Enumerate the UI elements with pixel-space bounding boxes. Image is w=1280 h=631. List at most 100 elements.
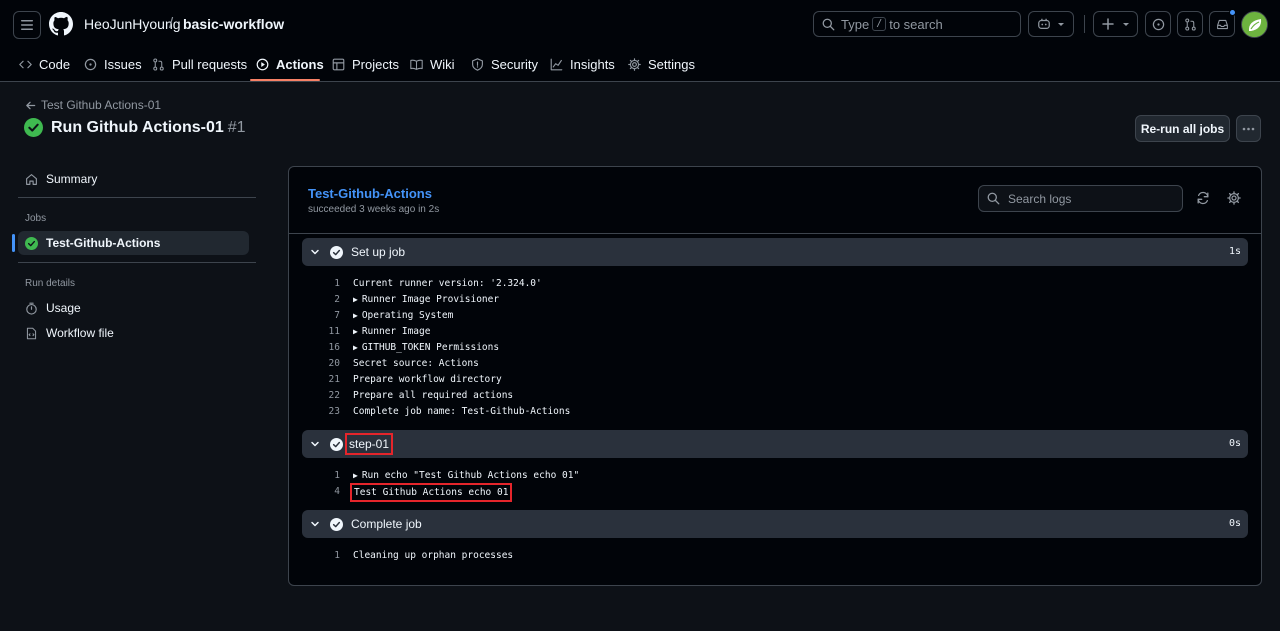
refresh-button[interactable] bbox=[1196, 191, 1210, 205]
page-title: Run Github Actions-01 bbox=[51, 118, 224, 136]
hamburger-icon bbox=[21, 20, 33, 30]
sidebar-divider bbox=[18, 197, 256, 198]
active-tab-indicator bbox=[250, 79, 320, 81]
tab-security[interactable]: Security bbox=[471, 48, 538, 81]
search-icon bbox=[822, 18, 835, 30]
chevron-down-icon bbox=[311, 249, 319, 255]
breadcrumb-repo[interactable]: basic-workflow bbox=[183, 16, 284, 32]
check-circle-fill-icon bbox=[330, 437, 343, 451]
step-name: Complete job bbox=[351, 517, 422, 531]
search-shortcut-key: / bbox=[872, 17, 887, 31]
issues-header-button[interactable] bbox=[1145, 11, 1171, 37]
tab-code[interactable]: Code bbox=[19, 48, 70, 81]
table-icon bbox=[332, 58, 345, 71]
step-name: step-01 bbox=[345, 433, 394, 455]
sidebar-usage-label: Usage bbox=[46, 301, 81, 315]
tab-actions[interactable]: Actions bbox=[256, 48, 324, 81]
breadcrumb-separator: / bbox=[169, 15, 174, 32]
breadcrumb-owner[interactable]: HeoJunHyoung bbox=[84, 16, 181, 32]
tab-insights[interactable]: Insights bbox=[550, 48, 615, 81]
tab-settings-label: Settings bbox=[648, 57, 695, 72]
sync-icon bbox=[1197, 191, 1209, 205]
run-number: #1 bbox=[227, 118, 246, 136]
tab-insights-label: Insights bbox=[570, 57, 615, 72]
triangle-right-icon: ▶ bbox=[353, 327, 358, 336]
play-icon bbox=[256, 58, 269, 71]
tab-code-label: Code bbox=[39, 57, 71, 72]
chevron-down-icon bbox=[1122, 23, 1129, 26]
menu-button[interactable] bbox=[13, 11, 41, 39]
sidebar-jobs-heading: Jobs bbox=[25, 213, 47, 224]
check-circle-fill-icon bbox=[24, 118, 43, 137]
pull-requests-header-button[interactable] bbox=[1177, 11, 1203, 37]
issue-icon bbox=[84, 58, 97, 71]
triangle-right-icon: ▶ bbox=[353, 343, 358, 352]
sidebar-workflow-file-label: Workflow file bbox=[46, 326, 114, 340]
step-header[interactable]: step-01 0s bbox=[302, 430, 1248, 458]
check-circle-fill-icon bbox=[330, 245, 343, 259]
graph-icon bbox=[550, 58, 563, 71]
file-code-icon bbox=[26, 327, 37, 339]
search-logs-input[interactable]: Search logs bbox=[978, 185, 1183, 212]
step-duration: 1s bbox=[1228, 246, 1241, 257]
back-to-workflow-link[interactable]: Test Github Actions-01 bbox=[25, 98, 161, 112]
tab-wiki[interactable]: Wiki bbox=[410, 48, 455, 81]
rerun-all-jobs-button[interactable]: Re-run all jobs bbox=[1135, 115, 1230, 142]
log-settings-button[interactable] bbox=[1227, 191, 1241, 205]
tab-settings[interactable]: Settings bbox=[628, 48, 695, 81]
tab-pull-requests[interactable]: Pull requests bbox=[152, 48, 247, 81]
tab-security-label: Security bbox=[491, 57, 538, 72]
chevron-down-icon bbox=[1058, 23, 1064, 26]
job-title-link[interactable]: Test-Github-Actions bbox=[308, 186, 432, 201]
arrow-left-icon bbox=[26, 101, 36, 109]
check-circle-fill-icon bbox=[330, 517, 343, 531]
top-bar: HeoJunHyoung / basic-workflow Type / to … bbox=[0, 0, 1280, 48]
gear-icon bbox=[1227, 191, 1241, 205]
sidebar-active-indicator bbox=[12, 234, 15, 252]
global-search-input[interactable]: Type / to search bbox=[813, 11, 1021, 37]
github-logo-icon[interactable] bbox=[49, 12, 73, 36]
avatar-leaf-icon bbox=[1242, 12, 1267, 37]
pull-request-icon bbox=[1184, 17, 1196, 31]
more-options-button[interactable] bbox=[1236, 115, 1261, 142]
tab-projects[interactable]: Projects bbox=[332, 48, 399, 81]
kebab-horizontal-icon bbox=[1242, 127, 1255, 130]
issue-opened-icon bbox=[1152, 18, 1164, 30]
step-duration: 0s bbox=[1228, 518, 1241, 529]
job-status-meta: succeeded 3 weeks ago in 2s bbox=[308, 204, 440, 215]
copilot-icon bbox=[1038, 18, 1050, 29]
repo-nav: Code Issues Pull requests Actions Projec… bbox=[0, 48, 1280, 82]
search-logs-placeholder: Search logs bbox=[1008, 191, 1072, 206]
run-title-row: Run Github Actions-01 #1 bbox=[24, 118, 246, 137]
step-duration: 0s bbox=[1228, 438, 1241, 449]
home-icon bbox=[26, 173, 37, 185]
sidebar-item-summary[interactable]: Summary bbox=[18, 167, 249, 191]
sidebar-run-details-heading: Run details bbox=[25, 278, 76, 289]
global-header: HeoJunHyoung / basic-workflow Type / to … bbox=[0, 0, 1280, 82]
chevron-down-icon bbox=[311, 441, 319, 447]
tab-wiki-label: Wiki bbox=[430, 57, 455, 72]
search-suffix: to search bbox=[889, 16, 943, 32]
create-new-button[interactable] bbox=[1093, 11, 1138, 37]
step-header[interactable]: Complete job 0s bbox=[302, 510, 1248, 538]
job-log-panel: Test-Github-Actions succeeded 3 weeks ag… bbox=[288, 166, 1262, 586]
search-icon bbox=[987, 192, 1000, 205]
sidebar-item-job[interactable]: Test-Github-Actions bbox=[18, 231, 249, 255]
tab-projects-label: Projects bbox=[352, 57, 399, 72]
sidebar-item-workflow-file[interactable]: Workflow file bbox=[18, 321, 249, 345]
step-name: Set up job bbox=[351, 245, 406, 259]
sidebar-item-usage[interactable]: Usage bbox=[18, 296, 249, 320]
tab-issues-label: Issues bbox=[104, 57, 142, 72]
back-link-label: Test Github Actions-01 bbox=[41, 98, 162, 112]
triangle-right-icon: ▶ bbox=[353, 471, 358, 480]
check-circle-fill-icon bbox=[25, 236, 38, 250]
plus-icon bbox=[1101, 18, 1114, 30]
notification-indicator bbox=[1229, 9, 1236, 16]
tab-issues[interactable]: Issues bbox=[84, 48, 142, 81]
user-avatar[interactable] bbox=[1241, 11, 1268, 38]
book-icon bbox=[410, 59, 423, 70]
copilot-button[interactable] bbox=[1028, 11, 1074, 37]
step-header[interactable]: Set up job 1s bbox=[302, 238, 1248, 266]
search-prefix: Type bbox=[841, 16, 870, 32]
triangle-right-icon: ▶ bbox=[353, 295, 358, 304]
